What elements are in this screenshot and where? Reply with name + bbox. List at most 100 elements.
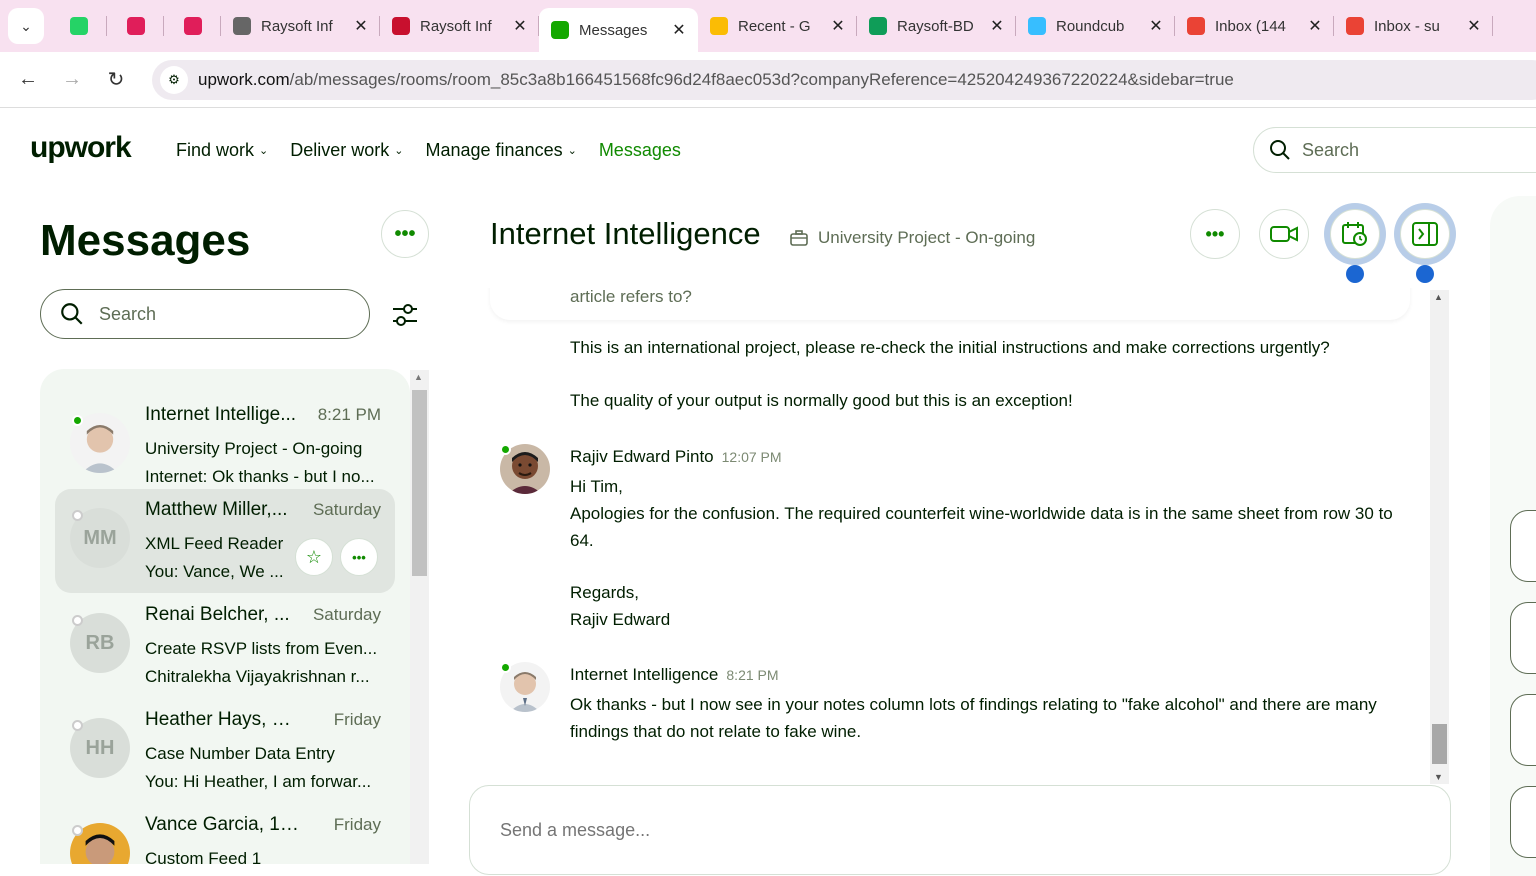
tab-title: Inbox (144: [1215, 17, 1286, 35]
gmail-icon: [1187, 17, 1205, 35]
browser-tab[interactable]: Raysoft Inf ✕: [380, 0, 539, 52]
message-line: Apologies for the confusion. The require…: [570, 504, 1393, 550]
nav-deliver-work[interactable]: Deliver work ⌄: [290, 140, 403, 161]
browser-tab[interactable]: Raysoft Inf ✕: [221, 0, 380, 52]
conversation-item[interactable]: HH Heather Hays, Na... Friday Case Number D…: [55, 699, 395, 803]
tab-search-chevron-icon[interactable]: ⌄: [8, 8, 44, 44]
conversation-name: Internet Intellige...: [145, 404, 297, 425]
google-sheets-icon: [869, 17, 887, 35]
star-icon[interactable]: ☆: [295, 538, 333, 576]
header-search-input[interactable]: Search: [1253, 127, 1536, 173]
conversation-item[interactable]: RB Renai Belcher, ... Saturday Create RSVP …: [55, 594, 395, 698]
back-arrow-icon[interactable]: ←: [6, 58, 50, 102]
scroll-up-arrow-icon[interactable]: ▲: [414, 372, 423, 382]
upwork-icon: [551, 21, 569, 39]
conversation-name: Heather Hays, Na...: [145, 709, 300, 730]
details-panel-button[interactable]: [1510, 510, 1536, 582]
browser-tab[interactable]: Messages ✕: [539, 8, 698, 52]
sidebar-search-input[interactable]: Search: [40, 289, 370, 339]
details-panel-button[interactable]: [1510, 786, 1536, 858]
browser-tabstrip: ⌄ Raysoft Inf ✕ Raysoft Inf ✕ Messages ✕ Recen…: [0, 0, 1536, 52]
url-text[interactable]: upwork.com/ab/messages/rooms/room_85c3a8…: [198, 70, 1234, 90]
conversation-item[interactable]: Vance Garcia, 12T... Friday Custom Feed 1: [55, 804, 395, 864]
online-status-dot: [500, 662, 511, 673]
nav-label: Deliver work: [290, 140, 390, 160]
thread-scrollbar[interactable]: ▲ ▼: [1430, 290, 1449, 784]
avatar-initials: HH: [85, 736, 115, 759]
url-box[interactable]: ⚙ upwork.com/ab/messages/rooms/room_85c3…: [152, 60, 1536, 100]
toggle-sidebar-inner: [1400, 209, 1450, 259]
browser-tab[interactable]: Raysoft-BD ✕: [857, 0, 1016, 52]
conversation-time: Saturday: [312, 605, 381, 624]
tab-title: Recent - G: [738, 17, 811, 35]
more-dots-icon: •••: [1205, 223, 1225, 244]
scroll-down-arrow-icon[interactable]: ▼: [1434, 772, 1443, 782]
conversation-line2: Case Number Data Entry: [145, 744, 335, 763]
nav-find-work[interactable]: Find work ⌄: [176, 140, 268, 161]
roundcube-icon: [1028, 17, 1046, 35]
search-placeholder: Search: [1302, 139, 1360, 160]
close-icon[interactable]: ✕: [1306, 16, 1324, 36]
tab-title: Raysoft-BD: [897, 17, 974, 35]
close-icon[interactable]: ✕: [352, 16, 370, 36]
search-icon: [1270, 140, 1290, 160]
nav-manage-finances[interactable]: Manage finances ⌄: [426, 140, 577, 161]
details-panel-button[interactable]: [1510, 602, 1536, 674]
sidebar-more-button[interactable]: •••: [381, 210, 429, 258]
scroll-up-arrow-icon[interactable]: ▲: [1434, 292, 1443, 302]
video-camera-icon: [1270, 226, 1298, 242]
message-line: This is an international project, please…: [570, 338, 1330, 357]
toggle-sidebar-button[interactable]: [1394, 203, 1456, 265]
close-icon[interactable]: ✕: [988, 16, 1006, 36]
address-bar: ← → ↻ ⚙ upwork.com/ab/messages/rooms/roo…: [0, 52, 1536, 108]
message-time: 12:07 PM: [721, 449, 782, 465]
conversation-line3: You: Hi Heather, I am forwar...: [145, 772, 372, 791]
close-icon[interactable]: ✕: [511, 16, 529, 36]
conversation-time: Saturday: [312, 500, 381, 519]
tab-title: Inbox - su: [1374, 17, 1440, 35]
close-icon[interactable]: ✕: [1465, 16, 1483, 36]
message-line: The quality of your output is normally g…: [570, 391, 1073, 410]
video-call-button[interactable]: [1259, 209, 1309, 259]
conversation-scrollbar[interactable]: ▲: [410, 370, 429, 864]
message-line: Regards,: [570, 583, 639, 602]
message-thread: article refers to? This is an internatio…: [470, 288, 1430, 784]
room-more-button[interactable]: •••: [1190, 209, 1240, 259]
schedule-meeting-button[interactable]: [1324, 203, 1386, 265]
upwork-logo[interactable]: upwork: [30, 131, 132, 165]
message-body: Ok thanks - but I now see in your notes …: [570, 695, 1377, 741]
status-dot: [72, 510, 83, 521]
browser-tab[interactable]: [50, 0, 107, 52]
room-subtitle[interactable]: University Project - On-going: [790, 228, 1035, 248]
scrollbar-thumb[interactable]: [1432, 724, 1447, 764]
reload-icon[interactable]: ↻: [94, 58, 138, 102]
more-dots-icon[interactable]: •••: [340, 538, 378, 576]
nav-messages[interactable]: Messages: [599, 140, 681, 161]
browser-tab[interactable]: Roundcub ✕: [1016, 0, 1175, 52]
scrollbar-thumb[interactable]: [412, 390, 427, 576]
close-icon[interactable]: ✕: [829, 16, 847, 36]
filter-sliders-icon[interactable]: [390, 300, 420, 330]
site-info-icon[interactable]: ⚙: [160, 66, 188, 94]
message-input[interactable]: [500, 820, 1400, 841]
message-sender: Rajiv Edward Pinto 12:07 PM: [570, 447, 782, 467]
close-icon[interactable]: ✕: [1147, 16, 1165, 36]
forward-arrow-icon[interactable]: →: [50, 58, 94, 102]
conversation-item[interactable]: Internet Intellige... 8:21 PM University P…: [55, 394, 395, 498]
browser-tab[interactable]: [164, 0, 221, 52]
whatsapp-icon: [69, 17, 88, 35]
browser-tab[interactable]: Recent - G ✕: [698, 0, 857, 52]
browser-tab[interactable]: Inbox (144 ✕: [1175, 0, 1334, 52]
close-icon[interactable]: ✕: [670, 20, 688, 40]
tab-title: Messages: [579, 21, 648, 39]
status-dot: [72, 615, 83, 626]
browser-tab[interactable]: [107, 0, 164, 52]
tabs-container: Raysoft Inf ✕ Raysoft Inf ✕ Messages ✕ Recent …: [50, 0, 1493, 52]
search-icon: [61, 303, 83, 325]
browser-tab[interactable]: Inbox - su ✕: [1334, 0, 1493, 52]
conversation-item[interactable]: MM Matthew Miller,... Saturday XML Feed Rea…: [55, 489, 395, 593]
gmail-icon: [1346, 17, 1364, 35]
briefcase-icon: [790, 230, 808, 246]
details-panel-button[interactable]: [1510, 694, 1536, 766]
conversation-line3: Internet: Ok thanks - but I no...: [145, 467, 375, 486]
